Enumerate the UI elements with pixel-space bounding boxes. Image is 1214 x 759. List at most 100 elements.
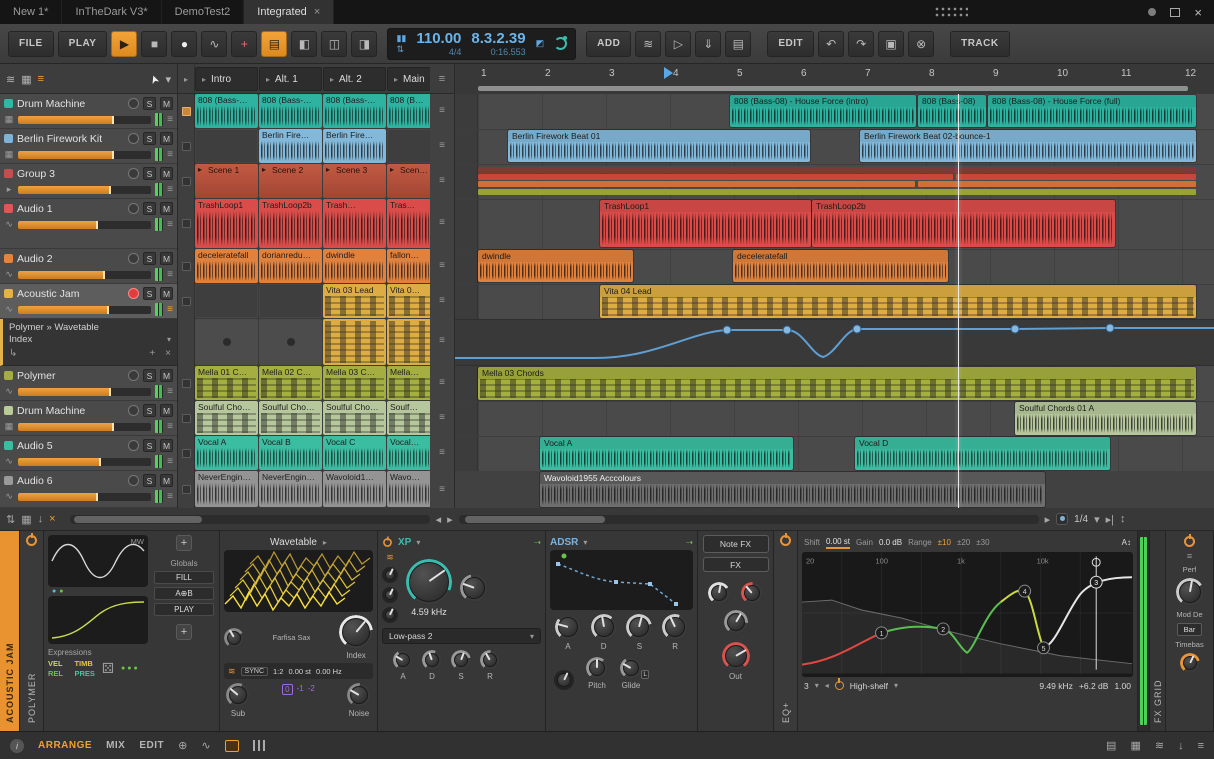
volume-slider[interactable] [18, 492, 152, 501]
mini-knob[interactable] [382, 567, 398, 583]
track-menu-icon[interactable]: ≡ [167, 386, 173, 397]
arranger-clip[interactable]: TrashLoop1 [600, 200, 811, 247]
scrollbar-thumb[interactable] [464, 515, 605, 523]
scene-play-icon[interactable]: ▸ [202, 75, 206, 84]
clip-slot[interactable]: Wavoloid1… [323, 471, 386, 507]
drive-icon[interactable]: ≋ [386, 552, 394, 563]
snap-icon[interactable]: ⊕ [178, 739, 187, 752]
mute-button[interactable]: M [160, 202, 173, 215]
arranger-scrollbar[interactable] [458, 514, 1039, 524]
feg-release-knob[interactable] [480, 650, 500, 670]
arranger-clip[interactable]: 808 (Bass-08) - House Force (intro) [730, 95, 916, 127]
scene-play-icon[interactable]: ▸ [330, 75, 334, 84]
oscillator-type-label[interactable]: Wavetable [270, 537, 317, 548]
device-power-button[interactable] [26, 535, 37, 546]
clip-slot[interactable]: Vocal… [387, 436, 430, 470]
grid-resolution-value[interactable]: 1/4 [1074, 514, 1088, 525]
envelope-type-label[interactable]: ADSR [550, 537, 578, 548]
volume-slider[interactable] [18, 150, 152, 159]
arrange-view-tab[interactable]: ARRANGE [38, 740, 92, 751]
row-menu-icon[interactable]: ≡ [430, 335, 454, 346]
clip-slot[interactable]: 808 (Bass-… [259, 94, 322, 128]
overdub-button[interactable]: ▤ [261, 30, 288, 57]
empty-clip-slot[interactable] [387, 129, 430, 163]
snap-end-icon[interactable]: ▸| [1106, 513, 1114, 526]
band-count-value[interactable]: 3 [804, 681, 809, 691]
play-button[interactable]: ▶ [111, 30, 138, 57]
solo-button[interactable]: S [143, 132, 156, 145]
redo-button[interactable]: ↷ [848, 30, 875, 57]
slot-indicator[interactable] [182, 142, 191, 151]
punch-in-button[interactable]: + [231, 30, 258, 57]
row-menu-icon[interactable]: ≡ [430, 175, 454, 186]
glide-knob[interactable]: L [620, 657, 649, 679]
tool-dropdown-icon[interactable]: ▾ [165, 73, 171, 86]
fill-button[interactable]: FILL [154, 571, 214, 584]
row-menu-icon[interactable]: ≡ [430, 295, 454, 306]
playback-start-marker[interactable] [664, 67, 673, 79]
eq-band-handle[interactable]: 5 [1042, 646, 1046, 653]
range-option[interactable]: ±30 [976, 538, 989, 547]
volume-slider[interactable] [18, 387, 152, 396]
record-button[interactable]: ● [171, 30, 198, 57]
position-display[interactable]: 8.3.2.39 [471, 31, 525, 46]
row-menu-icon[interactable]: ≡ [430, 447, 454, 458]
octave-option[interactable]: 0 [282, 684, 293, 695]
sub-knob[interactable] [226, 683, 250, 707]
shift-value[interactable]: 0.00 st [826, 537, 851, 549]
mute-button[interactable]: M [160, 167, 173, 180]
detune-hz-value[interactable]: 0.00 Hz [316, 667, 342, 676]
index-knob[interactable] [339, 615, 373, 649]
band-freq-value[interactable]: 9.49 kHz [1039, 681, 1073, 691]
track-row[interactable]: Audio 2 SM ∿ ≡ [0, 249, 177, 284]
close-panel-icon[interactable]: × [49, 513, 55, 525]
attack-knob[interactable] [554, 614, 581, 640]
mod-source-dots[interactable]: ●● [48, 587, 148, 596]
arranger-clip[interactable]: Vocal D [855, 437, 1110, 470]
time-display[interactable]: 0:16.553 [491, 47, 526, 57]
voice-knob[interactable] [723, 610, 748, 634]
window-close-icon[interactable]: × [1194, 5, 1202, 20]
project-tab[interactable]: New 1* [0, 0, 63, 24]
display-profile-icon[interactable]: ▤ [1106, 739, 1116, 752]
scene-header[interactable]: ▸ Main [387, 67, 430, 91]
row-menu-icon[interactable]: ≡ [430, 140, 454, 151]
automation-lane[interactable] [455, 319, 1214, 366]
edit-view-tab[interactable]: EDIT [139, 740, 164, 751]
group-clip-slot[interactable]: ▸ Scene 1 [195, 164, 258, 198]
clip-slot[interactable]: Vita 03 Lead [323, 284, 386, 318]
clip-slot[interactable]: fallon… [387, 249, 430, 283]
clip-slot[interactable]: Soulf… [387, 401, 430, 435]
row-menu-icon[interactable]: ≡ [430, 217, 454, 228]
volume-slider[interactable] [18, 457, 152, 466]
bottom-panel-toggle[interactable]: ◫ [321, 30, 348, 57]
pres-expression[interactable]: PRES [74, 669, 94, 678]
clip-slot[interactable]: Soulful Cho… [323, 401, 386, 435]
slot-indicator[interactable] [182, 262, 191, 271]
bar-button[interactable]: Bar [1176, 623, 1203, 636]
device-power-button[interactable] [1184, 536, 1195, 547]
track-menu-icon[interactable]: ≡ [167, 491, 173, 502]
arranger-clip[interactable]: Wavoloid1955 Acccolours [540, 472, 1045, 507]
clip-slot[interactable]: TrashLoop1 [195, 199, 258, 248]
octave-option[interactable]: -2 [308, 684, 315, 695]
eq-curve-display[interactable]: 20 100 1k 10k 1 2 3 4 5 [802, 552, 1133, 677]
volume-slider[interactable] [18, 270, 152, 279]
track-menu-icon[interactable]: ≡ [167, 219, 173, 230]
clip-slot[interactable]: Trash… [323, 199, 386, 248]
clip-stop-button[interactable] [259, 319, 322, 365]
mute-button[interactable]: M [160, 287, 173, 300]
sync-button[interactable]: SYNC [240, 666, 268, 676]
scene-play-icon[interactable]: ▸ [394, 75, 398, 84]
out-knob[interactable] [721, 642, 750, 670]
right-panel-toggle[interactable]: ◨ [351, 30, 378, 57]
group-clip-slot[interactable]: ▸ Scene 2 [259, 164, 322, 198]
mixer-icon[interactable]: ≡ [1198, 740, 1204, 752]
volume-slider[interactable] [18, 185, 152, 194]
chevron-down-icon[interactable]: ▾ [583, 538, 587, 547]
close-tab-icon[interactable]: × [314, 6, 320, 18]
clip-slot[interactable]: NeverEngin… [195, 471, 258, 507]
device-chain-selector[interactable]: Polymer » Wavetable Index ▾ ↳ + × [0, 319, 177, 366]
track-row[interactable]: Audio 6 SM ∿ ≡ [0, 471, 177, 508]
playhead[interactable] [958, 94, 959, 508]
